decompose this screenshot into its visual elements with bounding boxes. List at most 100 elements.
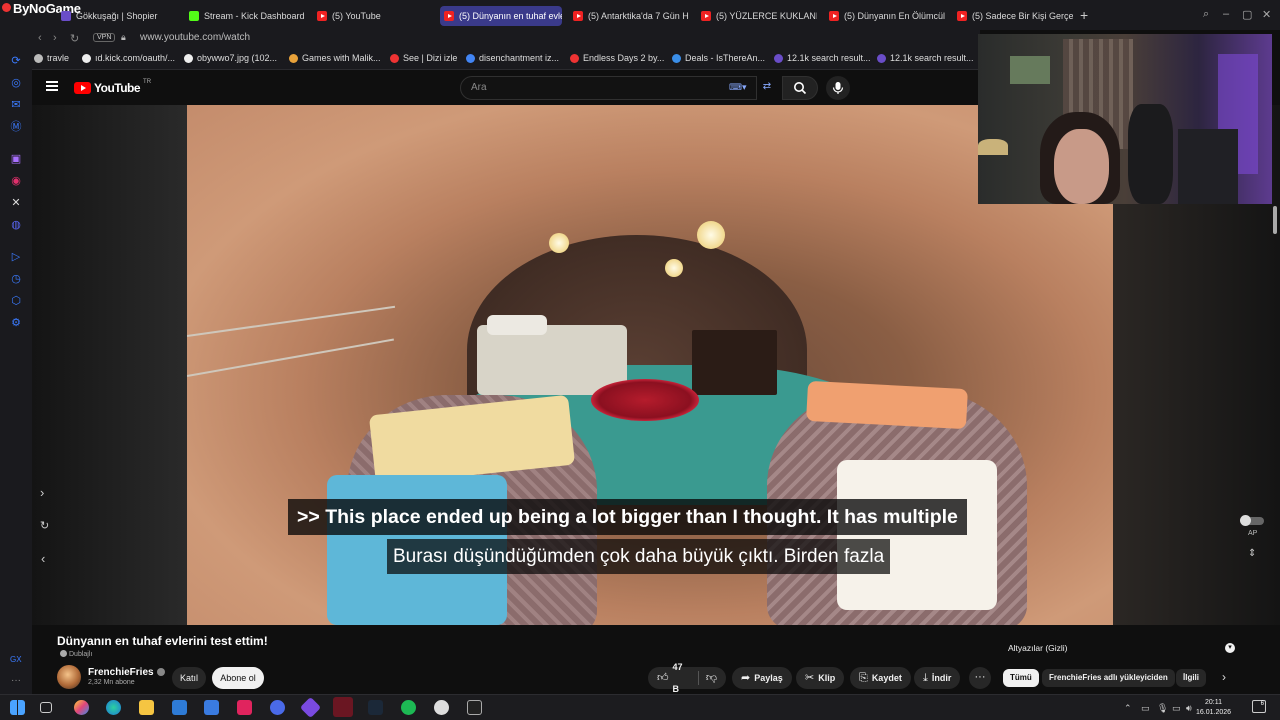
windows-start-icon[interactable]: [10, 700, 25, 715]
replay-icon[interactable]: ↻: [40, 519, 49, 532]
like-icon[interactable]: 👍︎: [657, 667, 669, 689]
instagram-icon[interactable]: ◉: [9, 174, 23, 188]
translate-icon[interactable]: ⇄: [759, 79, 775, 95]
tray-expand-icon[interactable]: ⌃: [1124, 703, 1132, 714]
chevron-right-icon[interactable]: ›: [40, 485, 44, 500]
task-view-icon[interactable]: [40, 702, 52, 713]
search-box[interactable]: [460, 76, 757, 100]
save-button[interactable]: ⎘ Kaydet: [850, 667, 911, 689]
join-button[interactable]: Katıl: [172, 667, 206, 689]
player-icon[interactable]: ▷: [9, 250, 23, 264]
opera-gx-icon[interactable]: [333, 697, 353, 717]
browser-tab[interactable]: (5) Dünyanın En Ölümcül H: [825, 6, 945, 26]
bookmark-item[interactable]: obywwo7.jpg (102...: [184, 53, 277, 63]
autoplay-toggle[interactable]: [1240, 515, 1264, 526]
steam-icon[interactable]: [368, 700, 383, 715]
extensions-icon[interactable]: ⬡: [9, 294, 23, 308]
settings-gear-icon[interactable]: ⚙: [9, 316, 23, 330]
bookmark-item[interactable]: Games with Malik...: [289, 53, 381, 63]
kick-favicon-icon: [189, 11, 199, 21]
subscribe-button[interactable]: Abone ol: [212, 667, 264, 689]
mail-icon[interactable]: [204, 700, 219, 715]
reload-icon[interactable]: ↻: [70, 32, 79, 45]
chip-related[interactable]: İlgili: [1176, 669, 1206, 687]
chip-all[interactable]: Tümü: [1003, 669, 1039, 687]
twitch-icon[interactable]: ▣: [9, 152, 23, 166]
bookmark-item[interactable]: 12.1k search result...: [877, 53, 974, 63]
browser-tab[interactable]: (5) Dünyanın en tuhaf evle: [440, 6, 562, 26]
chip-from-uploader[interactable]: FrenchieFries adlı yükleyiciden: [1042, 669, 1175, 687]
download-button[interactable]: ⤓ İndir: [914, 667, 961, 689]
sidebar-more-icon[interactable]: ···: [11, 675, 21, 686]
back-icon[interactable]: ‹: [38, 32, 42, 44]
aria-icon[interactable]: ◎: [9, 76, 23, 90]
expand-icon[interactable]: ⇕: [1248, 548, 1256, 559]
bookmark-item[interactable]: 12.1k search result...: [774, 53, 871, 63]
vivaldi-icon[interactable]: [237, 700, 252, 715]
webcam-face: [1054, 129, 1109, 204]
vpn-badge[interactable]: VPN: [93, 33, 116, 42]
voice-search-button[interactable]: [826, 76, 850, 100]
bookmark-item[interactable]: Deals - IsThereAn...: [672, 53, 765, 63]
dislike-icon[interactable]: 👎︎: [706, 667, 717, 689]
gx-corner-icon[interactable]: ⟳: [9, 54, 23, 68]
lock-icon[interactable]: 🔒︎: [121, 32, 126, 43]
captions-panel[interactable]: Altyazılar (Gizli) ▾: [1001, 640, 1241, 658]
chevron-down-icon[interactable]: ▾: [1225, 643, 1235, 653]
messenger-icon[interactable]: ✉: [9, 98, 23, 112]
bookmark-item[interactable]: travle: [34, 53, 69, 63]
channel-name-text[interactable]: FrenchieFries: [88, 667, 154, 678]
file-explorer-icon[interactable]: [139, 700, 154, 715]
share-button[interactable]: ➦ Paylaş: [732, 667, 792, 689]
page-scrollbar[interactable]: [1273, 206, 1277, 234]
channel-name[interactable]: FrenchieFries: [88, 667, 165, 678]
x-twitter-icon[interactable]: ✕: [9, 196, 23, 210]
scene-pillow: [837, 460, 997, 610]
maximize-icon[interactable]: ▢: [1242, 8, 1252, 21]
bookmark-item[interactable]: Endless Days 2 by...: [570, 53, 664, 63]
app-diamond-icon[interactable]: [299, 696, 322, 719]
browser-tab[interactable]: (5) YouTube: [313, 6, 433, 26]
history-icon[interactable]: ◷: [9, 272, 23, 286]
chips-next-icon[interactable]: ›: [1222, 670, 1226, 684]
m-app-icon[interactable]: Ⓜ: [9, 120, 23, 134]
bookmark-item[interactable]: ıd.kick.com/oauth/...: [82, 53, 175, 63]
app-icon[interactable]: [270, 700, 285, 715]
youtube-favicon-icon: [701, 11, 711, 21]
browser-tab[interactable]: (5) Antarktika'da 7 Gün Ha: [569, 6, 689, 26]
clip-button[interactable]: ✂ Klip: [796, 667, 845, 689]
chevron-left-icon[interactable]: ‹: [41, 551, 45, 566]
new-tab-button[interactable]: +: [1080, 7, 1088, 23]
more-actions-button[interactable]: ···: [969, 667, 991, 689]
channel-avatar[interactable]: [57, 665, 81, 689]
search-button[interactable]: [782, 76, 818, 100]
bookmark-item[interactable]: See | Dizi izle: [390, 53, 457, 63]
obs-icon[interactable]: [434, 700, 449, 715]
tray-app-icon[interactable]: ▭: [1141, 703, 1150, 714]
taskbar-clock[interactable]: 20:11 16.01.2026: [1196, 698, 1231, 718]
browser-tab[interactable]: Gökkuşağı | Shopier: [57, 6, 175, 26]
spotify-icon[interactable]: [401, 700, 416, 715]
youtube-logo[interactable]: YouTube TR: [74, 79, 151, 95]
store-icon[interactable]: [172, 700, 187, 715]
epic-games-icon[interactable]: [467, 700, 482, 715]
forward-icon[interactable]: ›: [53, 32, 57, 44]
notification-center-icon[interactable]: 6: [1252, 700, 1266, 713]
copilot-icon[interactable]: [74, 700, 89, 715]
search-tabs-icon[interactable]: ⌕: [1203, 8, 1209, 21]
guide-menu-icon[interactable]: [46, 81, 58, 91]
browser-tab[interactable]: (5) Sadece Bir Kişi Gerçek: [953, 6, 1073, 26]
minimize-icon[interactable]: –: [1223, 8, 1229, 20]
network-icon[interactable]: ▭: [1172, 703, 1181, 714]
edge-icon[interactable]: [106, 700, 121, 715]
close-window-icon[interactable]: ✕: [1262, 8, 1271, 21]
browser-tab[interactable]: (5) YÜZLERCE KUKLANIN: [697, 6, 817, 26]
search-input[interactable]: [471, 82, 711, 93]
microphone-tray-icon[interactable]: 🎙︎: [1157, 703, 1168, 714]
bookmark-item[interactable]: disenchantment iz...: [466, 53, 559, 63]
keyboard-icon[interactable]: ⌨▾: [729, 82, 747, 93]
url-field[interactable]: www.youtube.com/watch: [140, 32, 250, 43]
volume-icon[interactable]: 🔊︎: [1186, 703, 1192, 714]
discord-icon[interactable]: ◍: [9, 218, 23, 232]
browser-tab[interactable]: Stream - Kick Dashboard: [185, 6, 305, 26]
